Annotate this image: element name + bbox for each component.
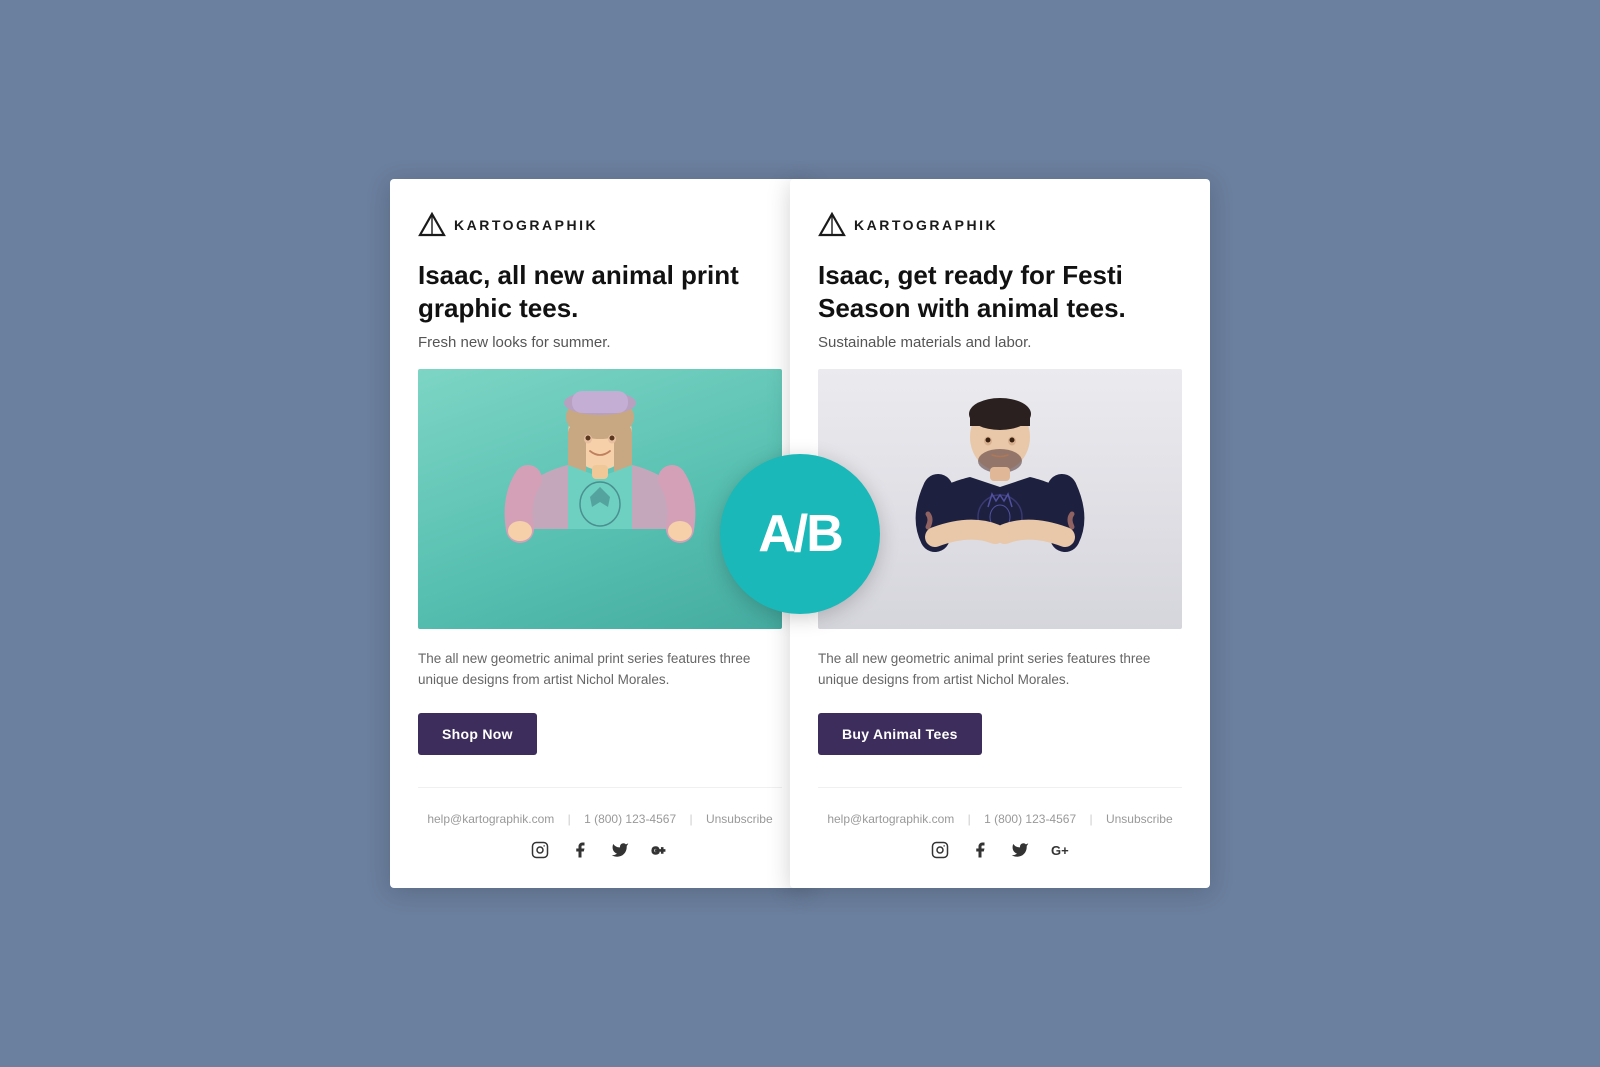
svg-text:G+: G+ bbox=[1051, 843, 1069, 858]
separator-2-a: | bbox=[689, 812, 692, 826]
logo-text-a: KARTOGRAPHIK bbox=[454, 217, 598, 233]
separator-1-b: | bbox=[968, 812, 971, 826]
email-body-b: The all new geometric animal print serie… bbox=[818, 649, 1182, 691]
logo-text-b: KARTOGRAPHIK bbox=[854, 217, 998, 233]
footer-email-b[interactable]: help@kartographik.com bbox=[827, 812, 954, 826]
social-icons-a: G+ bbox=[418, 840, 782, 860]
google-plus-icon-b[interactable]: G+ bbox=[1050, 840, 1070, 860]
logo-area-b: KARTOGRAPHIK bbox=[818, 211, 1182, 239]
social-icons-b: G+ bbox=[818, 840, 1182, 860]
ab-badge: A/B bbox=[720, 454, 880, 614]
separator-2-b: | bbox=[1089, 812, 1092, 826]
email-heading-a: Isaac, all new animal print graphic tees… bbox=[418, 259, 782, 324]
google-plus-icon-a[interactable]: G+ bbox=[650, 840, 670, 860]
buy-animal-tees-button[interactable]: Buy Animal Tees bbox=[818, 713, 982, 755]
svg-text:G+: G+ bbox=[652, 846, 666, 857]
twitter-icon-b[interactable] bbox=[1010, 840, 1030, 860]
footer-phone-a[interactable]: 1 (800) 123-4567 bbox=[584, 812, 676, 826]
footer-a: help@kartographik.com | 1 (800) 123-4567… bbox=[418, 787, 782, 860]
shop-now-button[interactable]: Shop Now bbox=[418, 713, 537, 755]
twitter-icon-a[interactable] bbox=[610, 840, 630, 860]
instagram-icon-b[interactable] bbox=[930, 840, 950, 860]
logo-icon-b bbox=[818, 211, 846, 239]
footer-links-b: help@kartographik.com | 1 (800) 123-4567… bbox=[818, 812, 1182, 826]
ab-badge-text: A/B bbox=[758, 504, 842, 564]
logo-area-a: KARTOGRAPHIK bbox=[418, 211, 782, 239]
facebook-icon-a[interactable] bbox=[570, 840, 590, 860]
instagram-icon-a[interactable] bbox=[530, 840, 550, 860]
footer-unsubscribe-a[interactable]: Unsubscribe bbox=[706, 812, 773, 826]
logo-icon-a bbox=[418, 211, 446, 239]
email-body-a: The all new geometric animal print serie… bbox=[418, 649, 782, 691]
footer-phone-b[interactable]: 1 (800) 123-4567 bbox=[984, 812, 1076, 826]
email-subheading-a: Fresh new looks for summer. bbox=[418, 334, 782, 351]
ab-test-container: KARTOGRAPHIK Isaac, all new animal print… bbox=[390, 179, 1210, 888]
footer-email-a[interactable]: help@kartographik.com bbox=[427, 812, 554, 826]
email-heading-b: Isaac, get ready for Festi Season with a… bbox=[818, 259, 1182, 324]
email-subheading-b: Sustainable materials and labor. bbox=[818, 334, 1182, 351]
footer-b: help@kartographik.com | 1 (800) 123-4567… bbox=[818, 787, 1182, 860]
footer-links-a: help@kartographik.com | 1 (800) 123-4567… bbox=[418, 812, 782, 826]
separator-1-a: | bbox=[568, 812, 571, 826]
footer-unsubscribe-b[interactable]: Unsubscribe bbox=[1106, 812, 1173, 826]
facebook-icon-b[interactable] bbox=[970, 840, 990, 860]
